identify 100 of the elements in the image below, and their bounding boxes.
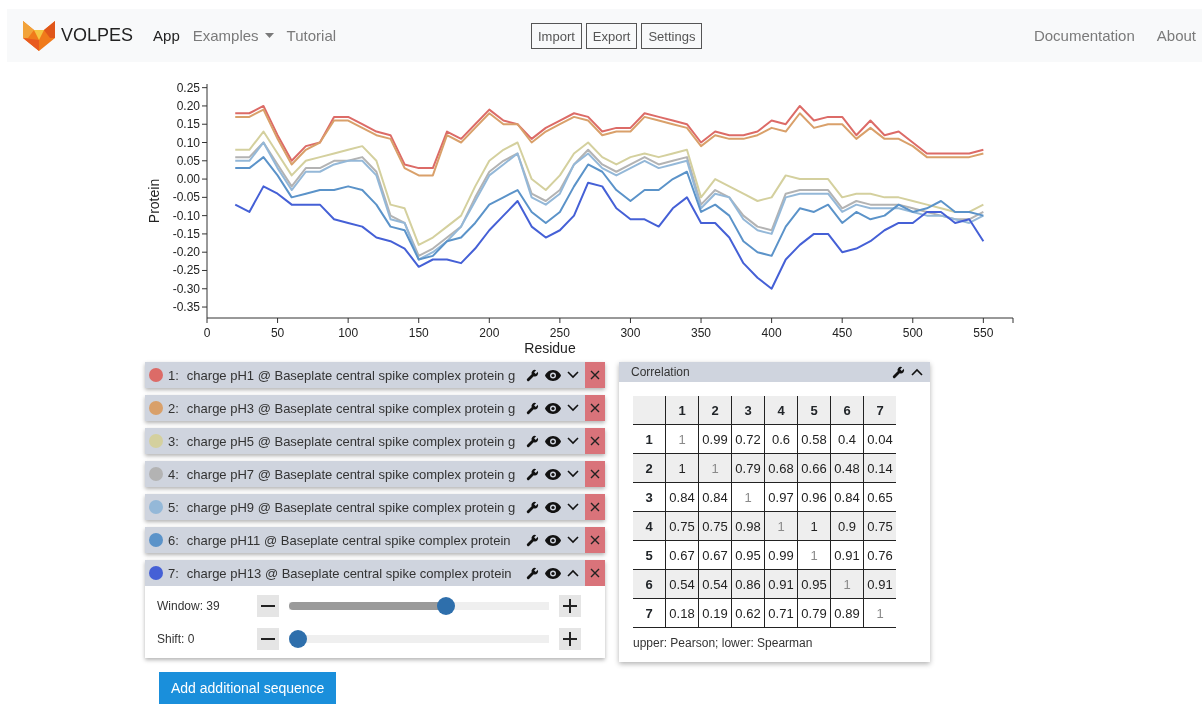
table-cell: 0.54 — [665, 569, 699, 599]
table-cell: 1 — [797, 540, 831, 570]
x-axis-label: Residue — [524, 340, 576, 356]
sequence-title: charge pH1 @ Baseplate central spike complex protein g — [186, 367, 517, 383]
toolbar-button[interactable]: Export — [585, 23, 638, 49]
close-button[interactable] — [585, 461, 605, 487]
x-tick-label: 550 — [973, 326, 994, 340]
column-header: 3 — [731, 396, 765, 425]
sequence-number: 7: — [168, 565, 179, 581]
table-cell: 0.65 — [863, 482, 896, 512]
column-header: 7 — [863, 396, 896, 425]
increase-button[interactable] — [559, 594, 581, 617]
y-tick-label: 0.25 — [176, 80, 200, 95]
slider-thumb[interactable] — [289, 629, 307, 648]
table-cell: 0.84 — [665, 482, 699, 512]
table-cell: 0.14 — [863, 453, 896, 483]
table-cell: 0.18 — [665, 598, 699, 628]
table-cell: 1 — [665, 453, 699, 483]
close-button[interactable] — [585, 362, 605, 388]
sequence-title: charge pH9 @ Baseplate central spike complex protein g — [186, 499, 517, 515]
nav-link[interactable]: Tutorial — [286, 27, 337, 44]
wrench-icon — [526, 533, 539, 547]
x-tick-label: 500 — [902, 326, 923, 340]
y-tick-label: -0.25 — [172, 263, 200, 278]
x-tick-label: 300 — [620, 326, 641, 340]
table-cell: 0.91 — [830, 540, 864, 570]
chevron-down-icon — [567, 470, 579, 478]
minus-icon — [261, 637, 275, 640]
decrease-button[interactable] — [257, 627, 279, 650]
wrench-icon — [526, 368, 539, 382]
x-tick-label: 350 — [691, 326, 712, 340]
nav-link[interactable]: Documentation — [1033, 27, 1135, 44]
close-button[interactable] — [585, 560, 605, 586]
nav-link[interactable]: App — [153, 27, 180, 44]
table-cell: 0.72 — [731, 424, 765, 454]
sequence-number: 3: — [168, 433, 179, 449]
x-tick-label: 50 — [270, 326, 285, 340]
table-cell: 0.6 — [764, 424, 798, 454]
table-cell: 0.48 — [830, 453, 864, 483]
column-header: 4 — [764, 396, 798, 425]
chevron-down-icon — [567, 503, 579, 511]
table-cell: 0.67 — [665, 540, 699, 570]
wrench-icon — [892, 365, 905, 379]
table-cell: 0.84 — [830, 482, 864, 512]
table-cell: 0.95 — [731, 540, 765, 570]
row-header: 7 — [633, 598, 666, 628]
table-cell: 1 — [863, 598, 896, 628]
y-tick-label: 0.10 — [176, 135, 200, 150]
chevron-down-icon — [567, 404, 579, 412]
x-tick-label: 0 — [203, 326, 211, 340]
table-cell: 0.96 — [797, 482, 831, 512]
chevron-down-icon — [567, 371, 579, 379]
toolbar-button[interactable]: Import — [531, 23, 582, 49]
wrench-icon — [526, 467, 539, 481]
column-header: 5 — [797, 396, 831, 425]
y-tick-label: -0.15 — [172, 226, 200, 241]
table-cell: 1 — [830, 569, 864, 599]
wrench-icon — [526, 500, 539, 514]
table-cell: 0.79 — [731, 453, 765, 483]
close-button[interactable] — [585, 395, 605, 421]
table-cell: 0.99 — [764, 540, 798, 570]
sequence-number: 1: — [168, 367, 179, 383]
table-cell: 0.75 — [665, 511, 699, 541]
table-cell: 0.62 — [731, 598, 765, 628]
slider-thumb[interactable] — [436, 596, 455, 615]
x-tick-label: 450 — [832, 326, 853, 340]
decrease-button[interactable] — [257, 594, 279, 617]
plus-icon — [563, 631, 577, 646]
eye-icon — [545, 468, 561, 480]
y-tick-label: -0.20 — [172, 245, 200, 260]
y-tick-label: 0.05 — [176, 153, 200, 168]
close-button[interactable] — [585, 494, 605, 520]
close-button[interactable] — [585, 527, 605, 553]
wrench-icon — [526, 434, 539, 448]
fox-logo-icon — [22, 19, 56, 52]
table-cell: 0.91 — [863, 569, 896, 599]
eye-icon — [545, 435, 561, 447]
close-icon — [590, 568, 600, 578]
table-cell: 0.58 — [797, 424, 831, 454]
table-cell: 0.86 — [731, 569, 765, 599]
close-icon — [590, 502, 600, 512]
chevron-up-icon — [567, 569, 579, 577]
table-cell: 0.67 — [698, 540, 732, 570]
row-header: 4 — [633, 511, 666, 541]
nav-link[interactable]: Examples — [192, 27, 274, 44]
table-cell: 1 — [797, 511, 831, 541]
table-cell: 1 — [764, 511, 798, 541]
y-tick-label: -0.30 — [172, 281, 200, 296]
table-cell: 0.9 — [830, 511, 864, 541]
nav-link[interactable]: About — [1156, 27, 1196, 44]
increase-button[interactable] — [559, 627, 581, 650]
wrench-icon — [526, 401, 539, 415]
x-tick-label: 200 — [479, 326, 500, 340]
slider-label: Shift: 0 — [157, 631, 196, 646]
toolbar-button[interactable]: Settings — [641, 23, 703, 49]
close-button[interactable] — [585, 428, 605, 454]
add-sequence-button[interactable]: Add additional sequence — [159, 672, 337, 704]
sequence-title: charge pH11 @ Baseplate central spike complex protein — [186, 532, 512, 548]
table-cell: 1 — [665, 424, 699, 454]
close-icon — [590, 535, 600, 545]
